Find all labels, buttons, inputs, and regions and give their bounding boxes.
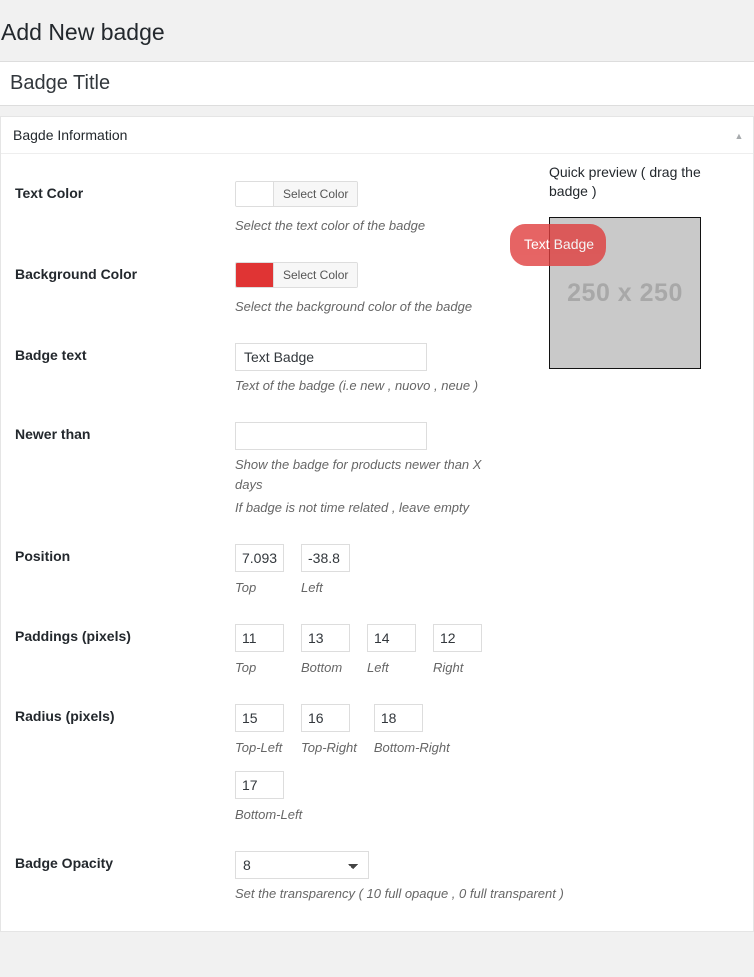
panel-header[interactable]: Bagde Information ▲ (1, 117, 753, 154)
padding-top-input[interactable] (235, 624, 284, 652)
position-top-sublabel: Top (235, 580, 257, 595)
badge-text-input[interactable] (235, 343, 427, 371)
position-top-input[interactable] (235, 544, 284, 572)
label-text-color: Text Color (15, 185, 84, 201)
add-new-badge-screen: Add New badge Bagde Information ▲ Text C… (0, 0, 754, 977)
padding-bottom-cell: Bottom (301, 624, 350, 678)
padding-left-cell: Left (367, 624, 416, 678)
radius-top-left-cell: Top-Left (235, 704, 284, 758)
badge-title-input[interactable] (0, 62, 754, 105)
radius-bottom-left-sublabel: Bottom-Left (235, 807, 303, 822)
padding-left-sublabel: Left (367, 660, 389, 675)
newer-than-input[interactable] (235, 422, 427, 450)
radius-inputs: Top-Left Top-Right Bottom-Right (235, 704, 731, 825)
background-color-picker[interactable]: Select Color (235, 262, 359, 288)
paddings-inputs: Top Bottom Left (235, 624, 731, 678)
label-position: Position (15, 548, 71, 564)
badge-title-field-wrap (0, 61, 754, 106)
row-badge-opacity: Badge Opacity 012345678910 Set the trans… (13, 838, 741, 917)
row-radius: Radius (pixels) Top-Left Top-Right (13, 691, 741, 838)
chevron-up-icon[interactable]: ▲ (731, 128, 747, 144)
text-color-select-button[interactable]: Select Color (274, 182, 358, 206)
position-top-cell: Top (235, 544, 284, 598)
radius-bottom-right-input[interactable] (373, 704, 423, 732)
padding-right-sublabel: Right (433, 660, 464, 675)
position-left-sublabel: Left (301, 580, 323, 595)
radius-bottom-left-input[interactable] (235, 771, 284, 799)
page-title: Add New badge (1, 19, 165, 45)
badge-text-description: Text of the badge (i.e new , nuovo , neu… (235, 378, 479, 393)
padding-top-sublabel: Top (235, 660, 257, 675)
badge-opacity-description: Set the transparency ( 10 full opaque , … (235, 886, 564, 901)
newer-than-description: Show the badge for products newer than X… (235, 457, 482, 492)
newer-than-description-2: If badge is not time related , leave emp… (235, 500, 470, 515)
quick-preview-stage: 250 x 250 Text Badge (510, 217, 701, 369)
label-badge-text: Badge text (15, 347, 87, 363)
background-color-select-button[interactable]: Select Color (274, 263, 358, 287)
panel-title: Bagde Information (13, 127, 128, 143)
radius-top-right-sublabel: Top-Right (301, 740, 357, 755)
quick-preview-label: Quick preview ( drag the badge ) (549, 164, 701, 199)
placeholder-dimensions-text: 250 x 250 (567, 278, 683, 307)
padding-bottom-input[interactable] (301, 624, 350, 652)
padding-bottom-sublabel: Bottom (301, 660, 343, 675)
label-badge-opacity: Badge Opacity (15, 855, 114, 871)
label-newer-than: Newer than (15, 426, 91, 442)
padding-right-input[interactable] (433, 624, 482, 652)
position-left-cell: Left (301, 544, 350, 598)
label-radius: Radius (pixels) (15, 708, 115, 724)
text-color-picker[interactable]: Select Color (235, 181, 359, 207)
text-color-description: Select the text color of the badge (235, 218, 426, 233)
row-newer-than: Newer than Show the badge for products n… (13, 409, 741, 531)
quick-preview-column: Quick preview ( drag the badge ) 250 x 2… (510, 163, 749, 369)
draggable-badge-preview[interactable]: Text Badge (510, 224, 607, 266)
position-left-input[interactable] (301, 544, 350, 572)
radius-top-right-input[interactable] (301, 704, 350, 732)
radius-row-2: Bottom-Left (235, 771, 731, 825)
label-paddings: Paddings (pixels) (15, 628, 131, 644)
background-color-swatch[interactable] (236, 263, 274, 287)
padding-top-cell: Top (235, 624, 284, 678)
radius-top-right-cell: Top-Right (301, 704, 357, 758)
text-color-swatch[interactable] (236, 182, 274, 206)
radius-top-left-sublabel: Top-Left (235, 740, 283, 755)
padding-right-cell: Right (433, 624, 482, 678)
radius-bottom-left-cell: Bottom-Left (235, 771, 714, 825)
background-color-description: Select the background color of the badge (235, 299, 473, 314)
padding-left-input[interactable] (367, 624, 416, 652)
radius-bottom-right-sublabel: Bottom-Right (373, 740, 450, 755)
row-position: Position Top Left (13, 531, 741, 611)
badge-opacity-select[interactable]: 012345678910 (235, 851, 369, 879)
row-paddings: Paddings (pixels) Top Bottom (13, 611, 741, 691)
position-inputs: Top Left (235, 544, 731, 598)
radius-bottom-right-cell: Bottom-Right (373, 704, 450, 758)
radius-top-left-input[interactable] (235, 704, 284, 732)
label-background-color: Background Color (15, 266, 138, 282)
